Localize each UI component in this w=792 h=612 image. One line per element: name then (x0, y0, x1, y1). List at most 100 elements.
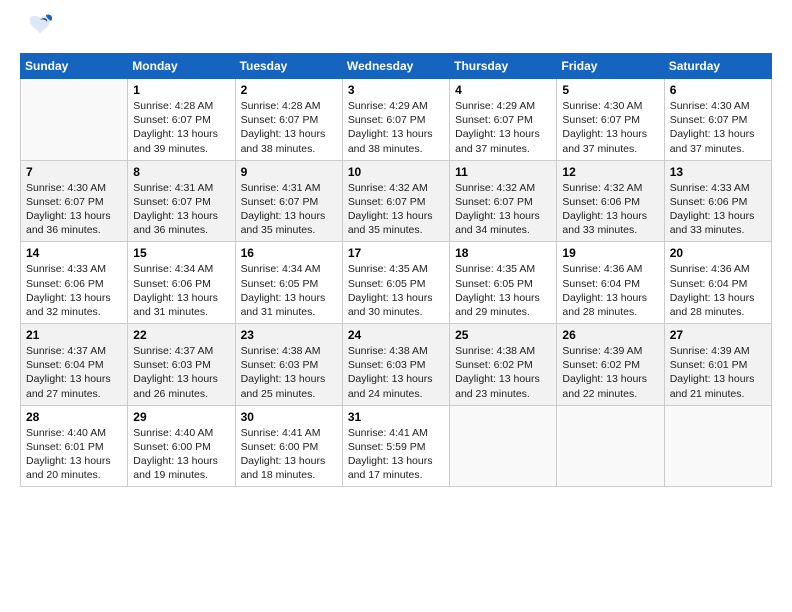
calendar-header-sunday: Sunday (21, 54, 128, 79)
calendar-cell: 11 Sunrise: 4:32 AMSunset: 6:07 PMDayligh… (450, 160, 557, 242)
day-info: Sunrise: 4:30 AMSunset: 6:07 PMDaylight:… (26, 181, 122, 238)
calendar-cell: 10 Sunrise: 4:32 AMSunset: 6:07 PMDayligh… (342, 160, 449, 242)
calendar-cell: 17 Sunrise: 4:35 AMSunset: 6:05 PMDayligh… (342, 242, 449, 324)
day-info: Sunrise: 4:39 AMSunset: 6:01 PMDaylight:… (670, 344, 766, 401)
calendar-week-row: 14 Sunrise: 4:33 AMSunset: 6:06 PMDayligh… (21, 242, 772, 324)
calendar-cell: 9 Sunrise: 4:31 AMSunset: 6:07 PMDaylight… (235, 160, 342, 242)
day-info: Sunrise: 4:37 AMSunset: 6:03 PMDaylight:… (133, 344, 229, 401)
day-number: 21 (26, 328, 122, 342)
day-info: Sunrise: 4:38 AMSunset: 6:03 PMDaylight:… (348, 344, 444, 401)
day-number: 15 (133, 246, 229, 260)
day-number: 6 (670, 83, 766, 97)
day-info: Sunrise: 4:28 AMSunset: 6:07 PMDaylight:… (241, 99, 337, 156)
calendar-header-friday: Friday (557, 54, 664, 79)
calendar-cell: 12 Sunrise: 4:32 AMSunset: 6:06 PMDayligh… (557, 160, 664, 242)
day-info: Sunrise: 4:28 AMSunset: 6:07 PMDaylight:… (133, 99, 229, 156)
calendar-table: SundayMondayTuesdayWednesdayThursdayFrid… (20, 53, 772, 487)
calendar-cell: 1 Sunrise: 4:28 AMSunset: 6:07 PMDaylight… (128, 79, 235, 161)
day-number: 1 (133, 83, 229, 97)
day-number: 11 (455, 165, 551, 179)
day-number: 12 (562, 165, 658, 179)
day-info: Sunrise: 4:32 AMSunset: 6:07 PMDaylight:… (348, 181, 444, 238)
calendar-cell (557, 405, 664, 487)
calendar-cell: 3 Sunrise: 4:29 AMSunset: 6:07 PMDaylight… (342, 79, 449, 161)
day-info: Sunrise: 4:35 AMSunset: 6:05 PMDaylight:… (348, 262, 444, 319)
calendar-cell: 6 Sunrise: 4:30 AMSunset: 6:07 PMDaylight… (664, 79, 771, 161)
day-number: 7 (26, 165, 122, 179)
day-number: 10 (348, 165, 444, 179)
day-number: 29 (133, 410, 229, 424)
day-number: 22 (133, 328, 229, 342)
calendar-header-saturday: Saturday (664, 54, 771, 79)
day-number: 5 (562, 83, 658, 97)
day-info: Sunrise: 4:34 AMSunset: 6:05 PMDaylight:… (241, 262, 337, 319)
day-info: Sunrise: 4:33 AMSunset: 6:06 PMDaylight:… (670, 181, 766, 238)
day-info: Sunrise: 4:36 AMSunset: 6:04 PMDaylight:… (562, 262, 658, 319)
calendar-cell: 21 Sunrise: 4:37 AMSunset: 6:04 PMDayligh… (21, 324, 128, 406)
calendar-cell: 13 Sunrise: 4:33 AMSunset: 6:06 PMDayligh… (664, 160, 771, 242)
calendar-cell: 20Sunrise: 4:36 AMSunset: 6:04 PMDayligh… (664, 242, 771, 324)
calendar-cell: 29 Sunrise: 4:40 AMSunset: 6:00 PMDayligh… (128, 405, 235, 487)
day-number: 9 (241, 165, 337, 179)
day-number: 3 (348, 83, 444, 97)
calendar-cell: 25Sunrise: 4:38 AMSunset: 6:02 PMDayligh… (450, 324, 557, 406)
day-number: 23 (241, 328, 337, 342)
day-info: Sunrise: 4:35 AMSunset: 6:05 PMDaylight:… (455, 262, 551, 319)
day-info: Sunrise: 4:31 AMSunset: 6:07 PMDaylight:… (133, 181, 229, 238)
day-number: 27 (670, 328, 766, 342)
day-info: Sunrise: 4:33 AMSunset: 6:06 PMDaylight:… (26, 262, 122, 319)
day-info: Sunrise: 4:32 AMSunset: 6:07 PMDaylight:… (455, 181, 551, 238)
day-number: 18 (455, 246, 551, 260)
day-number: 25 (455, 328, 551, 342)
calendar-cell: 7 Sunrise: 4:30 AMSunset: 6:07 PMDaylight… (21, 160, 128, 242)
calendar-cell: 2 Sunrise: 4:28 AMSunset: 6:07 PMDaylight… (235, 79, 342, 161)
day-info: Sunrise: 4:37 AMSunset: 6:04 PMDaylight:… (26, 344, 122, 401)
day-number: 26 (562, 328, 658, 342)
day-info: Sunrise: 4:36 AMSunset: 6:04 PMDaylight:… (670, 262, 766, 319)
calendar-cell (21, 79, 128, 161)
day-number: 17 (348, 246, 444, 260)
calendar-cell: 5 Sunrise: 4:30 AMSunset: 6:07 PMDaylight… (557, 79, 664, 161)
day-info: Sunrise: 4:40 AMSunset: 6:00 PMDaylight:… (133, 426, 229, 483)
calendar-cell: 26 Sunrise: 4:39 AMSunset: 6:02 PMDayligh… (557, 324, 664, 406)
calendar-header-row: SundayMondayTuesdayWednesdayThursdayFrid… (21, 54, 772, 79)
calendar-cell: 24Sunrise: 4:38 AMSunset: 6:03 PMDayligh… (342, 324, 449, 406)
calendar-cell: 30 Sunrise: 4:41 AMSunset: 6:00 PMDayligh… (235, 405, 342, 487)
day-info: Sunrise: 4:39 AMSunset: 6:02 PMDaylight:… (562, 344, 658, 401)
day-number: 8 (133, 165, 229, 179)
day-info: Sunrise: 4:34 AMSunset: 6:06 PMDaylight:… (133, 262, 229, 319)
calendar-header-monday: Monday (128, 54, 235, 79)
calendar-header-wednesday: Wednesday (342, 54, 449, 79)
day-number: 16 (241, 246, 337, 260)
day-info: Sunrise: 4:30 AMSunset: 6:07 PMDaylight:… (670, 99, 766, 156)
day-info: Sunrise: 4:31 AMSunset: 6:07 PMDaylight:… (241, 181, 337, 238)
day-number: 2 (241, 83, 337, 97)
header (20, 20, 772, 45)
calendar-cell: 8 Sunrise: 4:31 AMSunset: 6:07 PMDaylight… (128, 160, 235, 242)
day-info: Sunrise: 4:38 AMSunset: 6:03 PMDaylight:… (241, 344, 337, 401)
calendar-cell: 27 Sunrise: 4:39 AMSunset: 6:01 PMDayligh… (664, 324, 771, 406)
day-info: Sunrise: 4:41 AMSunset: 6:00 PMDaylight:… (241, 426, 337, 483)
calendar-week-row: 28Sunrise: 4:40 AMSunset: 6:01 PMDayligh… (21, 405, 772, 487)
day-number: 14 (26, 246, 122, 260)
logo (20, 20, 54, 45)
day-number: 4 (455, 83, 551, 97)
calendar-cell (664, 405, 771, 487)
day-info: Sunrise: 4:32 AMSunset: 6:06 PMDaylight:… (562, 181, 658, 238)
day-number: 28 (26, 410, 122, 424)
day-info: Sunrise: 4:30 AMSunset: 6:07 PMDaylight:… (562, 99, 658, 156)
day-info: Sunrise: 4:29 AMSunset: 6:07 PMDaylight:… (455, 99, 551, 156)
day-info: Sunrise: 4:29 AMSunset: 6:07 PMDaylight:… (348, 99, 444, 156)
day-number: 13 (670, 165, 766, 179)
day-number: 31 (348, 410, 444, 424)
day-number: 30 (241, 410, 337, 424)
calendar-week-row: 7 Sunrise: 4:30 AMSunset: 6:07 PMDaylight… (21, 160, 772, 242)
logo-bird-icon (26, 12, 54, 45)
calendar-cell: 18 Sunrise: 4:35 AMSunset: 6:05 PMDayligh… (450, 242, 557, 324)
page-container: SundayMondayTuesdayWednesdayThursdayFrid… (0, 0, 792, 497)
calendar-cell: 19 Sunrise: 4:36 AMSunset: 6:04 PMDayligh… (557, 242, 664, 324)
calendar-cell: 16 Sunrise: 4:34 AMSunset: 6:05 PMDayligh… (235, 242, 342, 324)
day-number: 19 (562, 246, 658, 260)
calendar-cell: 23 Sunrise: 4:38 AMSunset: 6:03 PMDayligh… (235, 324, 342, 406)
calendar-header-thursday: Thursday (450, 54, 557, 79)
